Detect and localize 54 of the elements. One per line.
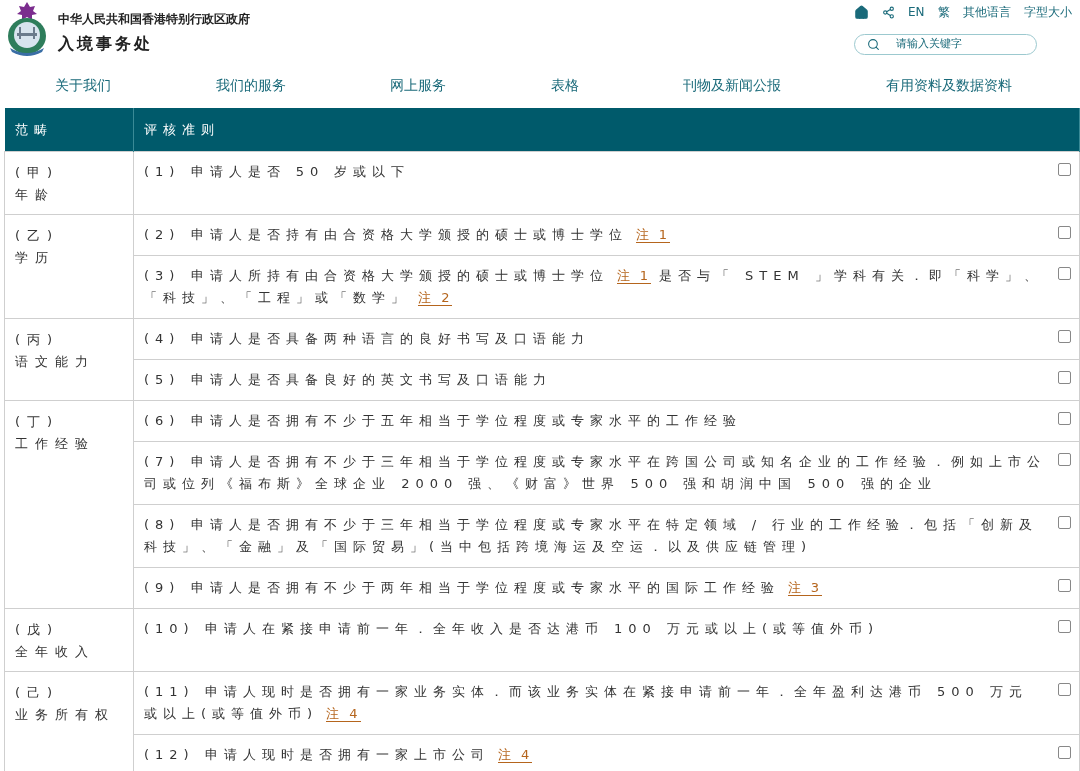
criterion-text: (5) 申请人是否具备良好的英文书写及口语能力 (144, 370, 552, 389)
nav-link[interactable]: 网上服务 (390, 74, 447, 96)
criterion-text: (4) 申请人是否具备两种语言的良好书写及口语能力 (144, 329, 590, 348)
government-name: 中华人民共和国香港特别行政区政府 (58, 11, 250, 28)
column-header: 范畴 (4, 108, 134, 151)
search-input[interactable]: 请输入关键字 (896, 36, 1006, 53)
search-icon (867, 38, 880, 51)
top-link[interactable]: 字型大小 (1023, 3, 1072, 21)
checkbox[interactable] (1058, 619, 1071, 633)
checkbox[interactable] (1058, 515, 1071, 529)
note-link[interactable]: 注 4 (497, 746, 533, 763)
checkbox[interactable] (1058, 411, 1071, 425)
nav-link[interactable]: 关于我们 (55, 74, 111, 96)
top-link[interactable]: EN (908, 3, 925, 21)
category-cell: (己) 业务所有权 (4, 671, 134, 771)
nav-link[interactable]: 我们的服务 (215, 74, 286, 96)
home-icon[interactable] (854, 4, 869, 20)
department-name: 入境事务处 (58, 33, 154, 55)
category-cell: (甲) 年龄 (4, 151, 134, 214)
share-icon[interactable] (882, 5, 895, 19)
note-link[interactable]: 注 1 (616, 267, 651, 284)
note-link[interactable]: 注 2 (418, 289, 453, 306)
criterion-text: (1) 申请人是否 50 岁或以下 (144, 162, 411, 181)
criterion-text: (8) 申请人是否拥有不少于三年相当于学位程度或专家水平在特定领域 / 行业的工作经验．包括「创新及科技」、「金融」及「国际贸易」(当中包括跨境海运及空运．以及供应链管理) (144, 515, 1040, 556)
note-link[interactable]: 注 3 (787, 579, 822, 596)
checkbox[interactable] (1058, 225, 1071, 239)
top-link[interactable]: 其他语言 (962, 3, 1011, 21)
nav-link[interactable]: 表格 (550, 74, 579, 96)
criterion-text: (9) 申请人是否拥有不少于两年相当于学位程度或专家水平的国际工作经验 注 3 (144, 578, 823, 598)
column-header: 评核准则 (133, 108, 1080, 151)
nav-link[interactable]: 刊物及新闻公报 (683, 74, 782, 96)
top-link[interactable]: 繁 (937, 3, 950, 21)
criterion-text: (3) 申请人所持有由合资格大学颁授的硕士或博士学位 注 1 是否与「 STEM 」学科有关．即「科学」、「科技」、「工程」或「数学」 注 2 (144, 266, 1044, 308)
checkbox[interactable] (1058, 370, 1071, 384)
criterion-text: (10) 申请人在紧接申请前一年．全年收入是否达港币 100 万元或以上(或等值外币) (144, 619, 880, 638)
checkbox[interactable] (1058, 452, 1071, 466)
checkbox[interactable] (1058, 578, 1071, 592)
checkbox[interactable] (1058, 682, 1071, 696)
criterion-text: (11) 申请人现时是否拥有一家业务实体．而该业务实体在紧接申请前一年．全年盈利达港币 500 万元或以上(或等值外币) 注 4 (144, 682, 1029, 724)
criterion-text: (12) 申请人现时是否拥有一家上市公司 注 4 (144, 745, 534, 765)
checkbox[interactable] (1058, 266, 1071, 280)
checkbox[interactable] (1058, 745, 1071, 759)
criterion-text: (7) 申请人是否拥有不少于三年相当于学位程度或专家水平在跨国公司或知名企业的工作经验．例如上市公司或位列《福布斯》全球企业 2000 强、《财富》世界 500 强和胡润中国 500 强的企业 (144, 452, 1046, 493)
category-cell: (丙) 语文能力 (4, 318, 134, 400)
criterion-text: (6) 申请人是否拥有不少于五年相当于学位程度或专家水平的工作经验 (144, 411, 742, 430)
checkbox[interactable] (1058, 162, 1071, 176)
note-link[interactable]: 注 1 (635, 226, 670, 243)
category-cell: (丁) 工作经验 (4, 400, 134, 608)
note-link[interactable]: 注 4 (326, 705, 361, 722)
nav-link[interactable]: 有用资料及数据资料 (885, 74, 1012, 96)
category-cell: (乙) 学历 (4, 214, 134, 318)
category-cell: (戊) 全年收入 (4, 608, 134, 671)
criterion-text: (2) 申请人是否持有由合资格大学颁授的硕士或博士学位 注 1 (144, 225, 671, 245)
checkbox[interactable] (1058, 329, 1071, 343)
